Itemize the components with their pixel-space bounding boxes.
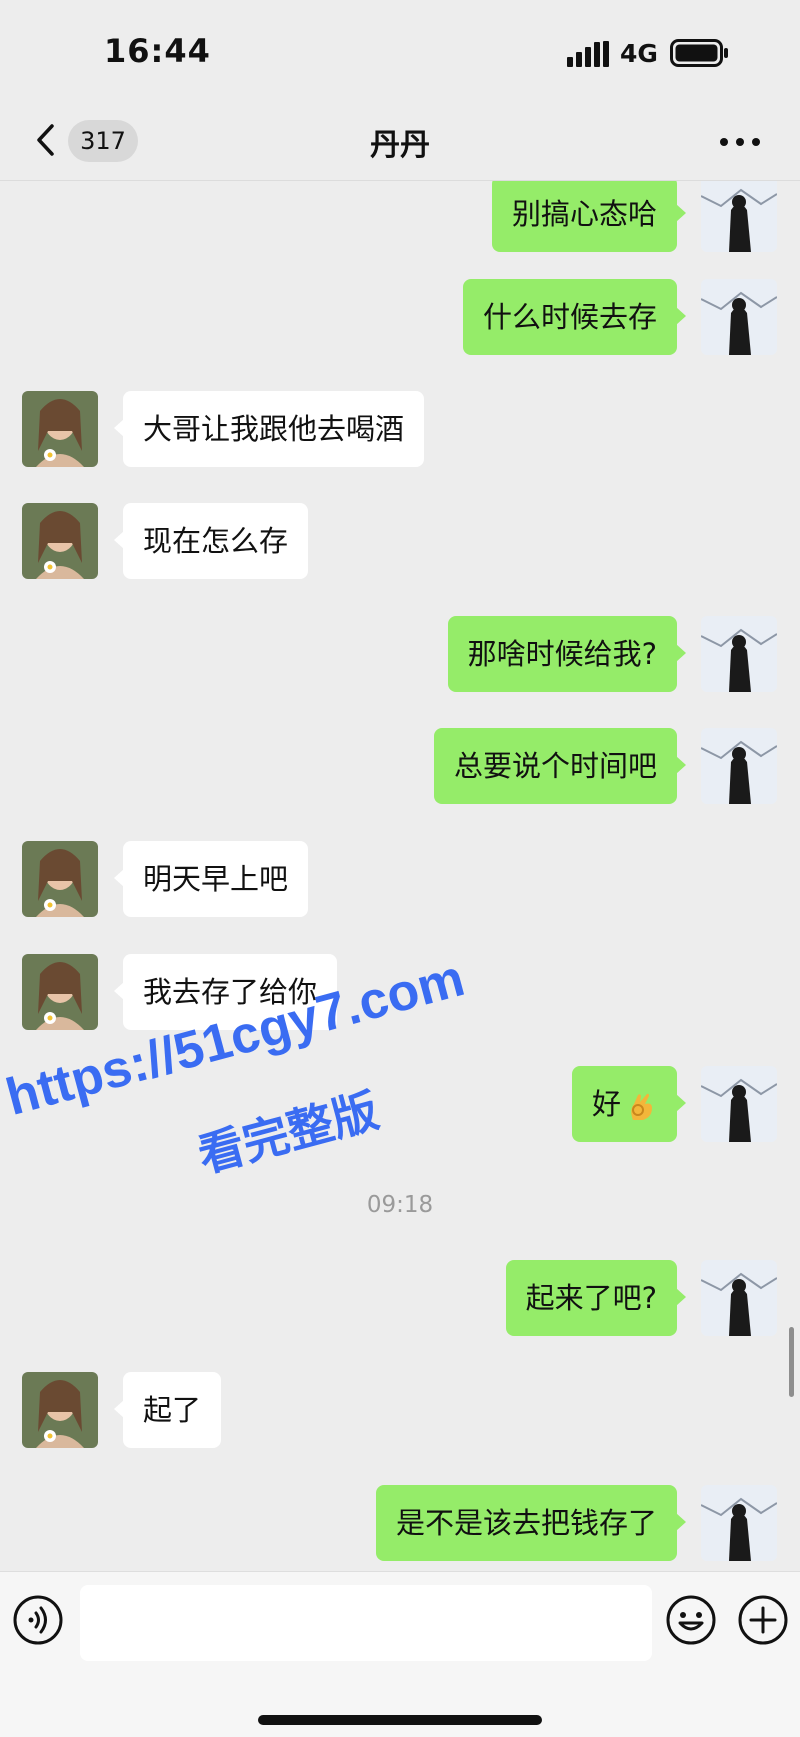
incoming-message-bubble[interactable]: 起了 bbox=[113, 1372, 222, 1448]
message-row: 什么时候去存 bbox=[0, 279, 800, 359]
outgoing-message-bubble[interactable]: 什么时候去存 bbox=[462, 279, 687, 355]
message-row: 大哥让我跟他去喝酒 bbox=[0, 391, 800, 471]
outgoing-message-bubble[interactable]: 起来了吧? bbox=[505, 1260, 687, 1336]
outgoing-message-bubble[interactable]: 那啥时候给我? bbox=[447, 616, 687, 692]
message-row: 好 bbox=[0, 1066, 800, 1146]
my-avatar[interactable] bbox=[701, 728, 777, 804]
contact-avatar[interactable] bbox=[22, 954, 98, 1030]
more-dots-icon[interactable] bbox=[718, 136, 762, 148]
message-row: 是不是该去把钱存了 bbox=[0, 1485, 800, 1565]
status-time: 16:44 bbox=[104, 32, 211, 70]
signal-icon bbox=[567, 41, 609, 67]
time-separator: 09:18 bbox=[366, 1192, 434, 1218]
network-label: 4G bbox=[620, 39, 658, 68]
scrollbar[interactable] bbox=[789, 1327, 794, 1397]
my-avatar[interactable] bbox=[701, 1485, 777, 1561]
message-list[interactable]: 别搞心态哈 什么时候去存 大哥让我跟他去喝酒 现在怎么存 那啥时候给我? 总要说… bbox=[0, 181, 800, 1571]
outgoing-message-bubble[interactable]: 好 bbox=[571, 1066, 687, 1142]
my-avatar[interactable] bbox=[701, 1066, 777, 1142]
incoming-message-bubble[interactable]: 明天早上吧 bbox=[113, 841, 309, 917]
outgoing-message-bubble[interactable]: 总要说个时间吧 bbox=[433, 728, 687, 804]
message-row: 总要说个时间吧 bbox=[0, 728, 800, 808]
battery-icon bbox=[670, 39, 728, 67]
my-avatar[interactable] bbox=[701, 279, 777, 355]
contact-avatar[interactable] bbox=[22, 841, 98, 917]
message-row: 我去存了给你 bbox=[0, 954, 800, 1034]
contact-avatar[interactable] bbox=[22, 503, 98, 579]
outgoing-message-bubble[interactable]: 是不是该去把钱存了 bbox=[375, 1485, 687, 1561]
message-row: 别搞心态哈 bbox=[0, 181, 800, 256]
voice-icon[interactable] bbox=[12, 1594, 64, 1646]
incoming-message-bubble[interactable]: 我去存了给你 bbox=[113, 954, 338, 1030]
ok-hand-emoji-icon bbox=[631, 1093, 652, 1120]
chat-header: 317 丹丹 bbox=[0, 100, 800, 181]
my-avatar[interactable] bbox=[701, 181, 777, 252]
input-bar bbox=[0, 1571, 800, 1737]
emoji-icon[interactable] bbox=[665, 1594, 717, 1646]
message-text: 好 bbox=[591, 1087, 621, 1121]
home-indicator[interactable] bbox=[258, 1715, 542, 1725]
contact-avatar[interactable] bbox=[22, 1372, 98, 1448]
outgoing-message-bubble[interactable]: 别搞心态哈 bbox=[491, 181, 687, 252]
status-bar: 16:44 4G bbox=[0, 0, 800, 100]
my-avatar[interactable] bbox=[701, 1260, 777, 1336]
message-input[interactable] bbox=[80, 1585, 652, 1661]
plus-icon[interactable] bbox=[737, 1594, 789, 1646]
my-avatar[interactable] bbox=[701, 616, 777, 692]
contact-avatar[interactable] bbox=[22, 391, 98, 467]
message-row: 现在怎么存 bbox=[0, 503, 800, 583]
message-row: 那啥时候给我? bbox=[0, 616, 800, 696]
incoming-message-bubble[interactable]: 大哥让我跟他去喝酒 bbox=[113, 391, 425, 467]
message-row: 明天早上吧 bbox=[0, 841, 800, 921]
message-row: 起了 bbox=[0, 1372, 800, 1452]
chat-title: 丹丹 bbox=[370, 128, 430, 163]
message-row: 起来了吧? bbox=[0, 1260, 800, 1340]
incoming-message-bubble[interactable]: 现在怎么存 bbox=[113, 503, 309, 579]
